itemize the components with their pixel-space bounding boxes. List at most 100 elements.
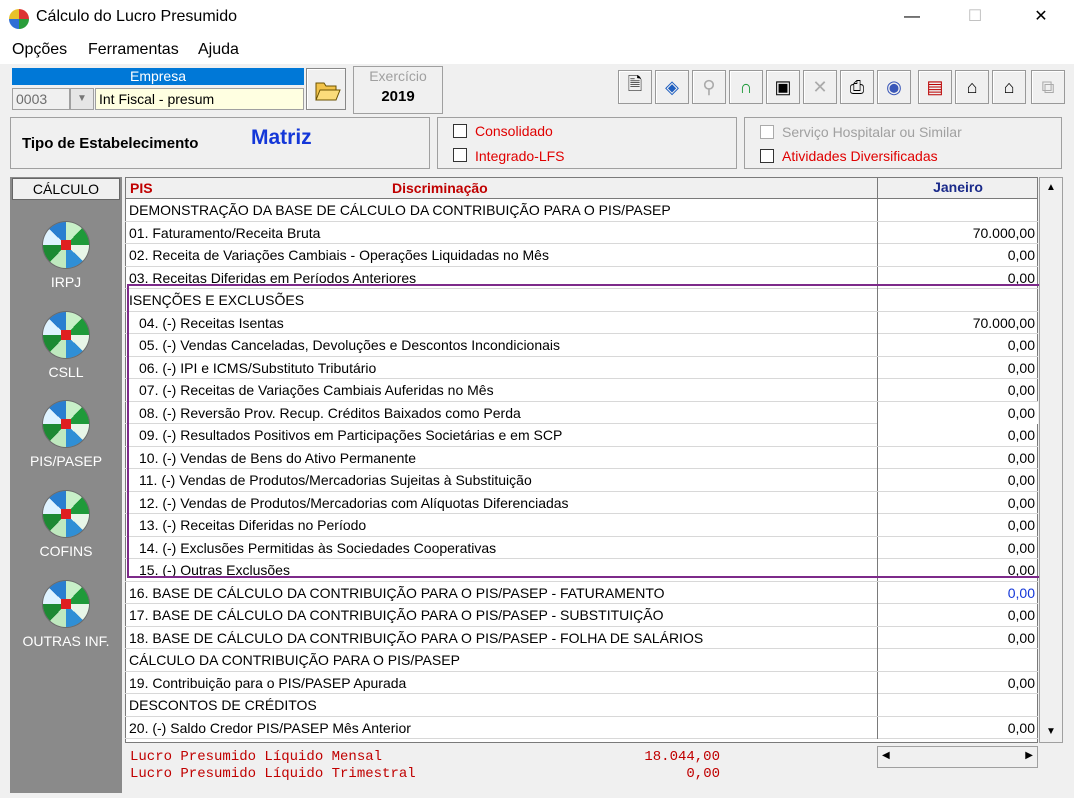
navigate-icon: ◈	[665, 76, 679, 97]
home-down-button[interactable]: ⌂	[992, 70, 1026, 104]
row-value-cell[interactable]: 0,00	[877, 626, 1038, 649]
row-label: 19. Contribuição para o PIS/PASEP Apurad…	[129, 674, 407, 691]
table-row[interactable]: 18. BASE DE CÁLCULO DA CONTRIBUIÇÃO PARA…	[125, 626, 1038, 649]
table-row[interactable]: DEMONSTRAÇÃO DA BASE DE CÁLCULO DA CONTR…	[125, 199, 1038, 222]
lucro-trimestral-label: Lucro Presumido Líquido Trimestral	[130, 766, 416, 782]
sidebar-item-irpj[interactable]: IRPJ	[12, 274, 120, 290]
integrado-label: Integrado-LFS	[475, 148, 565, 164]
scroll-up-icon[interactable]: ▲	[1040, 178, 1062, 198]
scroll-down-icon[interactable]: ▼	[1040, 722, 1062, 742]
row-label: 20. (-) Saldo Credor PIS/PASEP Mês Anter…	[129, 719, 411, 736]
row-label: CÁLCULO DA CONTRIBUIÇÃO PARA O PIS/PASEP	[129, 652, 460, 668]
cofins-icon[interactable]	[43, 491, 89, 537]
save-icon: ▣	[774, 76, 792, 97]
grid-header-janeiro: Janeiro	[877, 177, 1038, 199]
sidebar	[10, 177, 122, 793]
empresa-dropdown-button[interactable]: ▼	[70, 88, 94, 110]
pis-pasep-icon[interactable]	[43, 401, 89, 447]
exercicio-label: Exercício	[369, 68, 427, 84]
servico-hospitalar-checkbox[interactable]	[760, 125, 774, 139]
consolidado-label: Consolidado	[475, 123, 553, 139]
table-row[interactable]: 02. Receita de Variações Cambiais - Oper…	[125, 244, 1038, 267]
save-button[interactable]: ▣	[766, 70, 800, 104]
maximize-button[interactable]: ☐	[952, 0, 998, 34]
consolidado-checkbox[interactable]	[453, 124, 467, 138]
sidebar-item-csll[interactable]: CSLL	[12, 364, 120, 380]
table-row[interactable]: CÁLCULO DA CONTRIBUIÇÃO PARA O PIS/PASEP	[125, 649, 1038, 672]
row-value-cell[interactable]	[877, 649, 1038, 671]
horizontal-scrollbar[interactable]: ◀ ▶	[877, 746, 1038, 768]
row-value-cell[interactable]: 0,00	[877, 581, 1038, 604]
grid-header-pis: PIS	[130, 180, 153, 196]
row-label: 16. BASE DE CÁLCULO DA CONTRIBUIÇÃO PARA…	[129, 584, 665, 601]
lucro-trimestral-value: 0,00	[686, 766, 720, 782]
table-row[interactable]: 01. Faturamento/Receita Bruta 70.000,00	[125, 221, 1038, 244]
row-value-cell[interactable]	[877, 694, 1038, 716]
document-icon: 🗎	[627, 74, 643, 94]
irpj-icon[interactable]	[43, 222, 89, 268]
lock-icon: ∩	[739, 76, 753, 97]
table-row[interactable]: 16. BASE DE CÁLCULO DA CONTRIBUIÇÃO PARA…	[125, 581, 1038, 604]
report-button[interactable]: ▤	[918, 70, 952, 104]
sidebar-item-cofins[interactable]: COFINS	[12, 543, 120, 559]
row-value-cell[interactable]	[877, 199, 1038, 221]
delete-icon: ✕	[812, 76, 828, 97]
menu-ajuda[interactable]: Ajuda	[198, 41, 239, 59]
row-label: 01. Faturamento/Receita Bruta	[129, 224, 321, 241]
copy-button[interactable]: ⧉	[1031, 70, 1065, 104]
scroll-right-icon[interactable]: ▶	[1025, 750, 1033, 761]
row-label: 17. BASE DE CÁLCULO DA CONTRIBUIÇÃO PARA…	[129, 607, 664, 623]
disk-button[interactable]: ◉	[877, 70, 911, 104]
print-button[interactable]: ⎙	[840, 70, 874, 104]
estabelecimento-value: Matriz	[251, 126, 312, 149]
row-value-cell[interactable]: 0,00	[877, 716, 1038, 739]
vertical-scrollbar[interactable]: ▲ ▼	[1039, 177, 1063, 743]
open-folder-button[interactable]	[306, 68, 346, 110]
delete-button[interactable]: ✕	[803, 70, 837, 104]
sidebar-title: CÁLCULO	[12, 178, 120, 200]
atividades-label: Atividades Diversificadas	[782, 148, 938, 164]
search-button[interactable]: ⚲	[692, 70, 726, 104]
row-value-cell[interactable]: 0,00	[877, 244, 1038, 266]
sidebar-item-pis-pasep[interactable]: PIS/PASEP	[12, 453, 120, 469]
print-icon: ⎙	[849, 76, 865, 97]
outras-inf-icon[interactable]	[43, 581, 89, 627]
atividades-checkbox[interactable]	[760, 149, 774, 163]
empresa-label: Empresa	[12, 68, 304, 85]
row-label: 02. Receita de Variações Cambiais - Oper…	[129, 247, 549, 263]
row-label: 18. BASE DE CÁLCULO DA CONTRIBUIÇÃO PARA…	[129, 629, 704, 646]
app-icon	[9, 9, 29, 29]
lock-button[interactable]: ∩	[729, 70, 763, 104]
menu-ferramentas[interactable]: Ferramentas	[88, 41, 179, 59]
navigate-button[interactable]: ◈	[655, 70, 689, 104]
row-value-cell[interactable]: 0,00	[877, 671, 1038, 694]
row-value-cell[interactable]: 70.000,00	[877, 221, 1038, 244]
lucro-mensal-label: Lucro Presumido Líquido Mensal	[130, 749, 383, 765]
home-up-icon: ⌂	[966, 76, 978, 97]
scroll-left-icon[interactable]: ◀	[882, 750, 890, 761]
table-row[interactable]: 17. BASE DE CÁLCULO DA CONTRIBUIÇÃO PARA…	[125, 604, 1038, 627]
table-row[interactable]: 19. Contribuição para o PIS/PASEP Apurad…	[125, 671, 1038, 694]
menu-opcoes[interactable]: Opções	[12, 41, 67, 59]
csll-icon[interactable]	[43, 312, 89, 358]
exercicio-value: 2019	[381, 88, 415, 105]
document-button[interactable]: 🗎	[618, 70, 652, 104]
row-label: DESCONTOS DE CRÉDITOS	[129, 697, 317, 713]
empresa-code-field[interactable]: 0003	[12, 88, 70, 110]
isencoes-highlight	[127, 284, 1045, 578]
row-label: DEMONSTRAÇÃO DA BASE DE CÁLCULO DA CONTR…	[129, 202, 671, 218]
minimize-button[interactable]: —	[889, 0, 935, 34]
empresa-name-field[interactable]: Int Fiscal - presum	[95, 88, 304, 110]
home-up-button[interactable]: ⌂	[955, 70, 989, 104]
search-icon: ⚲	[702, 76, 716, 97]
folder-icon	[315, 82, 341, 101]
home-down-icon: ⌂	[1003, 76, 1015, 97]
table-row[interactable]: 20. (-) Saldo Credor PIS/PASEP Mês Anter…	[125, 716, 1038, 739]
close-button[interactable]: ✕	[1018, 0, 1064, 34]
grid-header-discriminacao: Discriminação	[392, 180, 488, 196]
sidebar-item-outras-inf[interactable]: OUTRAS INF.	[12, 633, 120, 649]
integrado-checkbox[interactable]	[453, 148, 467, 162]
row-value-cell[interactable]: 0,00	[877, 604, 1038, 626]
estabelecimento-label: Tipo de Estabelecimento	[22, 135, 199, 152]
table-row[interactable]: DESCONTOS DE CRÉDITOS	[125, 694, 1038, 717]
